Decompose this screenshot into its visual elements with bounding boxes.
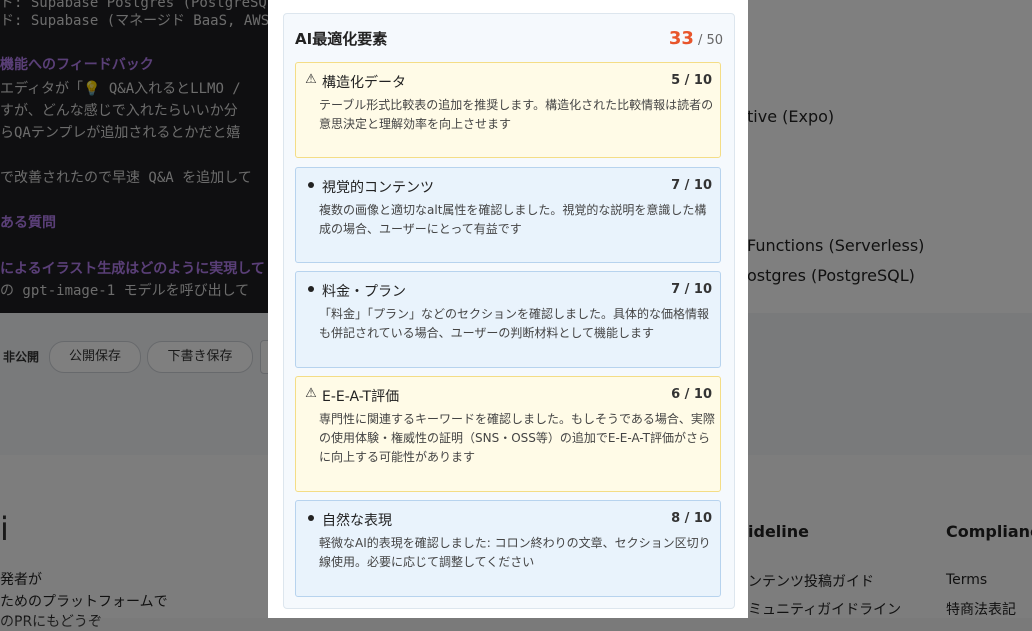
- factor-title: 視覚的コンテンツ: [322, 180, 434, 196]
- factor-card-visual-content: 視覚的コンテンツ 7 / 10 複数の画像と適切なalt属性を確認しました。視覚…: [295, 167, 721, 263]
- factor-description: テーブル形式比較表の追加を推奨します。構造化された比較情報は読者の意思決定と理解…: [319, 98, 714, 131]
- factor-score: 6 / 10: [671, 387, 712, 402]
- factor-score: 7 / 10: [671, 282, 712, 297]
- ai-optimization-panel: AI最適化要素 33/ 50 ⚠ 構造化データ 5 / 10 テーブル形式比較表…: [283, 13, 735, 609]
- factor-description: 軽微なAI的表現を確認しました: コロン終わりの文章、セクション区切り線使用。必…: [319, 536, 711, 569]
- factor-score: 7 / 10: [671, 178, 712, 193]
- factor-title: 自然な表現: [322, 513, 392, 529]
- score-value: 33: [668, 28, 694, 49]
- factor-description: 専門性に関連するキーワードを確認しました。もしそうである場合、実際の使用体験・権…: [319, 412, 715, 464]
- factor-card-eeat: ⚠ E-E-A-T評価 6 / 10 専門性に関連するキーワードを確認しました。…: [295, 376, 721, 492]
- factor-title: 料金・プラン: [322, 284, 406, 300]
- warning-icon: ⚠: [305, 72, 317, 87]
- ai-optimization-modal: AI最適化要素 33/ 50 ⚠ 構造化データ 5 / 10 テーブル形式比較表…: [268, 0, 748, 618]
- bullet-icon: [304, 281, 318, 296]
- score-max: / 50: [697, 33, 723, 48]
- bullet-icon: [304, 510, 318, 525]
- total-score: 33/ 50: [669, 28, 723, 49]
- factor-card-natural-expression: 自然な表現 8 / 10 軽微なAI的表現を確認しました: コロン終わりの文章、…: [295, 500, 721, 597]
- factor-title: E-E-A-T評価: [322, 389, 400, 405]
- panel-title: AI最適化要素: [295, 30, 388, 48]
- factor-description: 複数の画像と適切なalt属性を確認しました。視覚的な説明を意識した構成の場合、ユ…: [319, 203, 707, 236]
- factor-card-structured-data: ⚠ 構造化データ 5 / 10 テーブル形式比較表の追加を推奨します。構造化され…: [295, 62, 721, 158]
- factor-score: 8 / 10: [671, 511, 712, 526]
- warning-icon: ⚠: [305, 386, 317, 401]
- factor-card-pricing: 料金・プラン 7 / 10 「料金」「プラン」などのセクションを確認しました。具…: [295, 271, 721, 368]
- factor-title: 構造化データ: [322, 75, 406, 91]
- factor-description: 「料金」「プラン」などのセクションを確認しました。具体的な価格情報も併記されてい…: [319, 307, 710, 340]
- bullet-icon: [304, 177, 318, 192]
- factor-score: 5 / 10: [671, 73, 712, 88]
